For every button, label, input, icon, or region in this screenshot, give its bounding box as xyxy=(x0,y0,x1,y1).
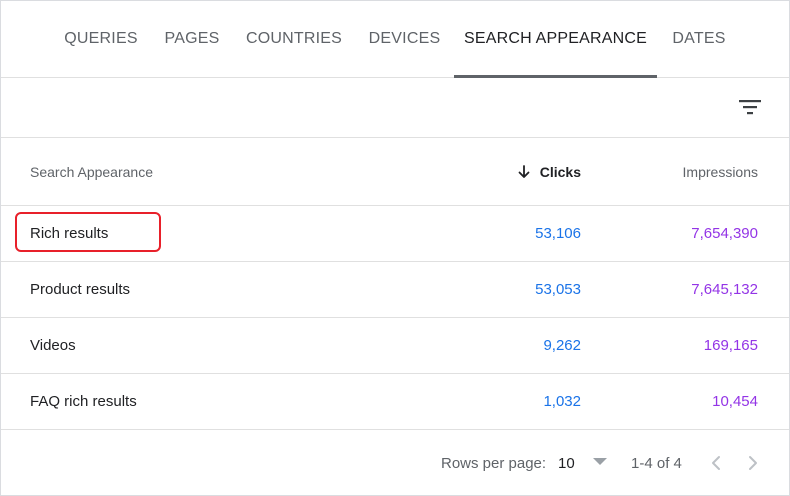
row-clicks: 9,262 xyxy=(543,337,581,354)
table-row[interactable]: Videos 9,262 169,165 xyxy=(1,318,789,374)
table-toolbar xyxy=(1,78,789,138)
table-row[interactable]: Rich results 53,106 7,654,390 xyxy=(1,206,789,262)
chevron-left-icon xyxy=(712,456,720,470)
table-header: Search Appearance Clicks Impressions xyxy=(1,138,789,206)
row-name: Videos xyxy=(30,337,76,354)
table-row[interactable]: Product results 53,053 7,645,132 xyxy=(1,262,789,318)
row-name: Product results xyxy=(30,281,131,298)
dimension-tabs: QUERIES PAGES COUNTRIES DEVICES SEARCH A… xyxy=(1,1,789,78)
tab-pages[interactable]: PAGES xyxy=(151,1,233,77)
column-header-search-appearance[interactable]: Search Appearance xyxy=(30,138,153,205)
row-name: FAQ rich results xyxy=(30,393,137,410)
next-page-button[interactable] xyxy=(741,451,765,475)
rows-per-page-label: Rows per page: xyxy=(441,454,547,472)
row-clicks: 1,032 xyxy=(543,393,581,410)
tab-queries[interactable]: QUERIES xyxy=(51,1,151,77)
dropdown-caret-icon[interactable] xyxy=(593,458,607,465)
page-range: 1-4 of 4 xyxy=(631,454,682,472)
rows-per-page-select[interactable]: 10 xyxy=(558,431,575,495)
column-header-clicks-label: Clicks xyxy=(539,163,581,180)
row-name: Rich results xyxy=(30,225,109,242)
tab-countries[interactable]: COUNTRIES xyxy=(233,1,355,77)
pagination-bar: Rows per page: 10 1-4 of 4 xyxy=(1,431,789,495)
row-impressions: 7,645,132 xyxy=(691,281,758,298)
row-impressions: 7,654,390 xyxy=(691,225,758,242)
column-header-impressions[interactable]: Impressions xyxy=(683,138,758,205)
row-clicks: 53,106 xyxy=(535,225,581,242)
row-impressions: 169,165 xyxy=(703,337,758,354)
table-row[interactable]: FAQ rich results 1,032 10,454 xyxy=(1,374,789,430)
column-header-clicks[interactable]: Clicks xyxy=(517,138,581,205)
filter-button[interactable] xyxy=(735,92,765,122)
chevron-right-icon xyxy=(749,456,757,470)
tab-dates[interactable]: DATES xyxy=(657,1,741,77)
row-impressions: 10,454 xyxy=(712,393,758,410)
arrow-down-icon xyxy=(518,164,530,178)
tab-search-appearance[interactable]: SEARCH APPEARANCE xyxy=(454,1,657,78)
search-appearance-report: QUERIES PAGES COUNTRIES DEVICES SEARCH A… xyxy=(0,0,790,496)
filter-list-icon xyxy=(739,100,761,115)
previous-page-button[interactable] xyxy=(704,451,728,475)
tab-devices[interactable]: DEVICES xyxy=(355,1,454,77)
row-clicks: 53,053 xyxy=(535,281,581,298)
